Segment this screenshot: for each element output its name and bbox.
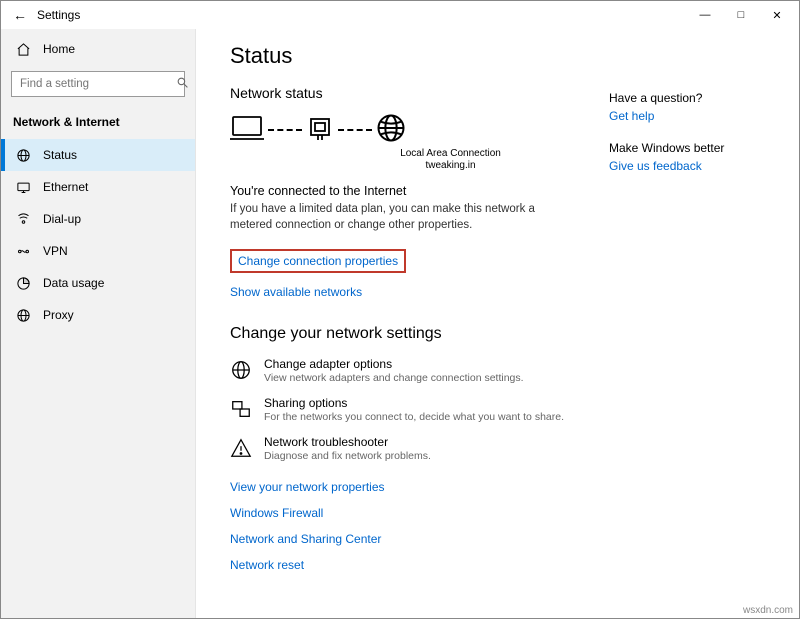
get-help-link[interactable]: Get help	[609, 109, 779, 123]
search-input[interactable]	[18, 77, 176, 91]
sidebar-item-vpn[interactable]: VPN	[1, 235, 195, 267]
sidebar: Home Network & Internet Status	[1, 29, 196, 618]
maximize-button[interactable]: □	[723, 1, 759, 29]
sidebar-item-label: Proxy	[43, 308, 74, 322]
connected-heading: You're connected to the Internet	[230, 184, 609, 198]
adapter-icon	[306, 114, 334, 145]
sidebar-item-label: Status	[43, 148, 77, 162]
windows-firewall-link[interactable]: Windows Firewall	[230, 506, 323, 520]
home-label: Home	[43, 42, 75, 56]
home-icon	[15, 41, 31, 57]
troubleshoot-icon	[230, 437, 252, 459]
sidebar-item-proxy[interactable]: Proxy	[1, 299, 195, 331]
vpn-icon	[15, 243, 31, 259]
show-available-networks-link[interactable]: Show available networks	[230, 285, 362, 299]
view-network-properties-link[interactable]: View your network properties	[230, 480, 385, 494]
network-troubleshooter[interactable]: Network troubleshooter Diagnose and fix …	[230, 435, 609, 462]
make-windows-better-label: Make Windows better	[609, 141, 779, 155]
watermark: wsxdn.com	[743, 605, 793, 616]
network-reset-link[interactable]: Network reset	[230, 558, 304, 572]
connected-desc: If you have a limited data plan, you can…	[230, 202, 550, 233]
page-title: Status	[230, 43, 609, 69]
status-subheading: Network status	[230, 85, 609, 101]
setting-title: Change adapter options	[264, 357, 524, 371]
dialup-icon	[15, 211, 31, 227]
main-content: Status Network status Local	[230, 43, 609, 608]
aside-panel: Have a question? Get help Make Windows b…	[609, 43, 779, 608]
sidebar-item-status[interactable]: Status	[1, 139, 195, 171]
status-icon	[15, 147, 31, 163]
pc-icon	[230, 114, 264, 145]
diagram-line	[338, 129, 372, 131]
back-button[interactable]: ←	[13, 7, 27, 23]
sidebar-item-label: Ethernet	[43, 180, 88, 194]
give-feedback-link[interactable]: Give us feedback	[609, 159, 779, 173]
ethernet-icon	[15, 179, 31, 195]
sharing-icon	[230, 398, 252, 420]
setting-desc: Diagnose and fix network problems.	[264, 450, 431, 462]
network-diagram	[230, 113, 609, 146]
adapter-options-icon	[230, 359, 252, 381]
sidebar-item-ethernet[interactable]: Ethernet	[1, 171, 195, 203]
sidebar-item-datausage[interactable]: Data usage	[1, 267, 195, 299]
datausage-icon	[15, 275, 31, 291]
search-icon	[176, 76, 189, 92]
globe-icon	[376, 113, 406, 146]
sharing-options[interactable]: Sharing options For the networks you con…	[230, 396, 609, 423]
change-connection-properties-link[interactable]: Change connection properties	[230, 249, 406, 273]
close-button[interactable]: ✕	[759, 1, 795, 29]
titlebar: ← Settings — □ ✕	[1, 1, 799, 29]
settings-window: ← Settings — □ ✕ Home	[0, 0, 800, 619]
proxy-icon	[15, 307, 31, 323]
change-adapter-options[interactable]: Change adapter options View network adap…	[230, 357, 609, 384]
sidebar-item-label: Data usage	[43, 276, 104, 290]
search-box[interactable]	[11, 71, 185, 97]
sidebar-item-label: VPN	[43, 244, 68, 258]
setting-desc: For the networks you connect to, decide …	[264, 411, 564, 423]
setting-title: Sharing options	[264, 396, 564, 410]
diagram-label: Local Area Connection tweaking.in	[292, 148, 609, 172]
change-settings-heading: Change your network settings	[230, 325, 609, 343]
setting-desc: View network adapters and change connect…	[264, 372, 524, 384]
window-title: Settings	[37, 8, 80, 22]
network-sharing-center-link[interactable]: Network and Sharing Center	[230, 532, 381, 546]
setting-title: Network troubleshooter	[264, 435, 431, 449]
diagram-line	[268, 129, 302, 131]
sidebar-section-heading: Network & Internet	[1, 109, 195, 139]
sidebar-item-label: Dial-up	[43, 212, 81, 226]
home-nav[interactable]: Home	[1, 33, 195, 65]
sidebar-item-dialup[interactable]: Dial-up	[1, 203, 195, 235]
minimize-button[interactable]: —	[687, 1, 723, 29]
have-question-label: Have a question?	[609, 91, 779, 105]
